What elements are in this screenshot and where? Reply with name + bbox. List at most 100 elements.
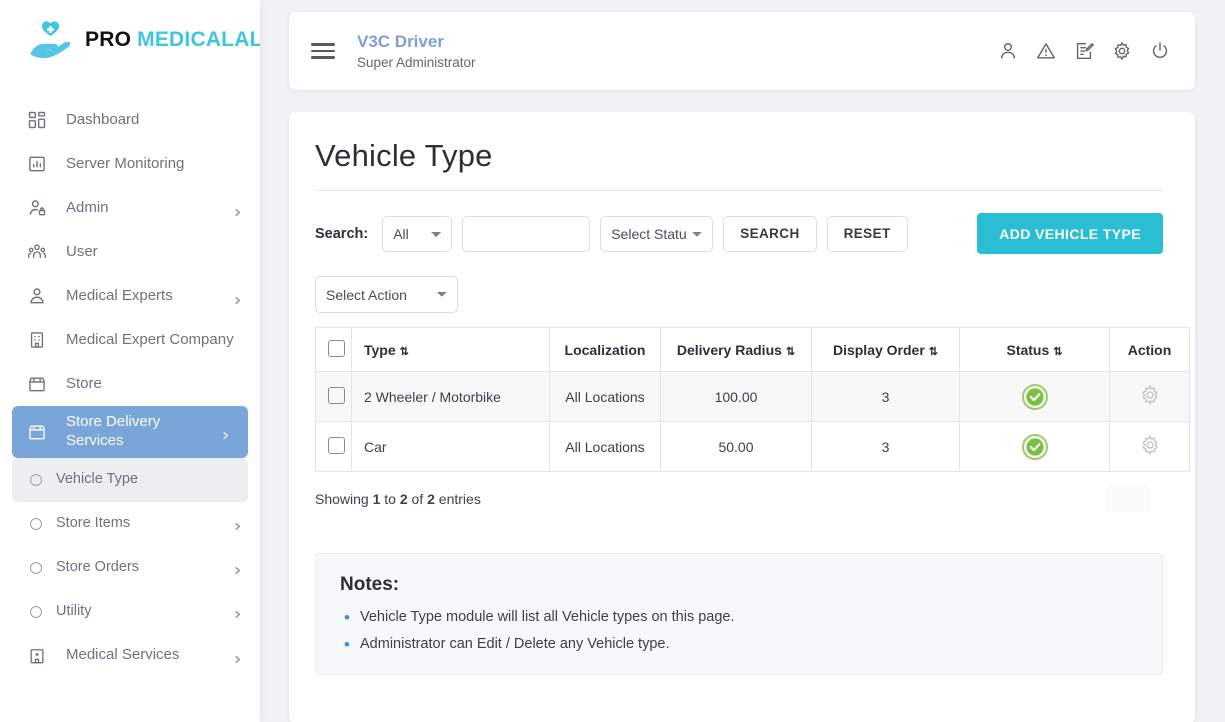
pagination-control[interactable]	[1107, 485, 1149, 511]
chevron-right-icon	[233, 204, 242, 216]
showing-total: 2	[427, 491, 435, 507]
cell-action	[1109, 421, 1190, 472]
brand-pro: PRO	[85, 28, 132, 51]
reset-button[interactable]: RESET	[826, 215, 908, 252]
search-scope-select[interactable]: All	[382, 215, 453, 252]
gear-icon[interactable]	[1138, 434, 1162, 460]
power-icon[interactable]	[1149, 40, 1171, 62]
user-tie-icon	[26, 285, 48, 307]
cell-status	[959, 371, 1110, 422]
cell-delivery-radius: 50.00	[660, 421, 812, 472]
sidebar-item-user[interactable]: User	[0, 230, 260, 274]
add-vehicle-type-button[interactable]: ADD VEHICLE TYPE	[977, 213, 1163, 254]
sidebar-item-label: Vehicle Type	[56, 471, 138, 488]
edit-document-icon[interactable]	[1073, 40, 1095, 62]
chevron-right-icon	[233, 563, 242, 575]
circle-bullet-icon	[30, 473, 42, 486]
brand-medicalall: MEDICALALL	[137, 28, 260, 51]
cell-delivery-radius: 100.00	[660, 371, 812, 422]
sidebar-item-label: User	[66, 242, 98, 260]
store-icon	[26, 421, 48, 443]
sidebar-item-medical-services[interactable]: Medical Services	[0, 634, 260, 678]
select-all-checkbox[interactable]	[328, 339, 345, 357]
user-role: Super Administrator	[357, 54, 476, 70]
notes-list: Vehicle Type module will list all Vehicl…	[340, 608, 1138, 655]
row-checkbox[interactable]	[328, 386, 345, 404]
search-label: Search:	[315, 225, 369, 242]
gear-icon[interactable]	[1138, 384, 1162, 410]
circle-bullet-icon	[30, 605, 42, 618]
profile-icon[interactable]	[997, 40, 1019, 62]
topbar-titles: V3C Driver Super Administrator	[357, 32, 997, 69]
notes-title: Notes:	[340, 574, 400, 595]
table-row: Car All Locations 50.00 3	[315, 421, 1190, 472]
cell-display-order: 3	[811, 371, 960, 422]
main-content: V3C Driver Super Administrator Vehicle T…	[260, 0, 1225, 722]
sidebar-item-admin[interactable]: Admin	[0, 186, 260, 230]
sidebar: PRO MEDICALALL Dashboard Server Monitori…	[0, 0, 260, 722]
sidebar-item-store-items[interactable]: Store Items	[0, 502, 260, 546]
dashboard-grid-icon	[26, 109, 48, 131]
table-header: Type ⇅ Localization Delivery Radius ⇅ Disp…	[315, 327, 1190, 372]
note-item: Administrator can Edit / Delete any Vehi…	[340, 635, 1138, 655]
column-header-delivery-radius[interactable]: Delivery Radius ⇅	[660, 327, 812, 372]
sort-icon[interactable]: ⇅	[400, 346, 409, 358]
sidebar-item-label: Store	[66, 374, 102, 392]
column-header-type[interactable]: Type ⇅	[351, 327, 550, 372]
sidebar-item-medical-experts[interactable]: Medical Experts	[0, 274, 260, 318]
sidebar-item-store[interactable]: Store	[0, 362, 260, 406]
sidebar-item-label: Medical Services	[66, 646, 180, 664]
column-header-action: Action	[1109, 327, 1190, 372]
green-check-circle-icon[interactable]	[1021, 383, 1048, 410]
column-label-status: Status	[1006, 341, 1050, 358]
vehicle-type-card: Vehicle Type Search: All Select Status S…	[289, 112, 1195, 722]
cell-localization: All Locations	[549, 371, 661, 422]
green-check-circle-icon[interactable]	[1021, 433, 1048, 460]
showing-to: 2	[399, 491, 408, 507]
sidebar-item-dashboard[interactable]: Dashboard	[0, 98, 260, 142]
column-label-type: Type	[364, 341, 396, 358]
showing-entries: Showing 1 to 2 of 2 entries	[315, 491, 1163, 507]
status-filter-select[interactable]: Select Status	[600, 215, 714, 252]
hand-holding-heart-icon	[28, 20, 76, 60]
users-group-icon	[26, 241, 48, 263]
settings-gear-icon[interactable]	[1111, 40, 1133, 62]
chart-bar-icon	[26, 153, 48, 175]
sort-icon[interactable]: ⇅	[786, 346, 795, 358]
page-title: Vehicle Type	[315, 138, 493, 173]
bulk-action-select[interactable]: Select Action	[315, 276, 458, 313]
building-icon	[26, 329, 48, 351]
showing-suffix: entries	[434, 491, 481, 507]
row-select-cell	[315, 421, 352, 472]
column-label-delivery-radius: Delivery Radius	[676, 341, 782, 358]
cell-localization: All Locations	[549, 421, 661, 472]
notes-panel: Notes: Vehicle Type module will list all…	[315, 553, 1163, 675]
sort-icon[interactable]: ⇅	[929, 346, 938, 358]
sidebar-item-utility[interactable]: Utility	[0, 590, 260, 634]
row-checkbox[interactable]	[328, 436, 345, 454]
cell-type: 2 Wheeler / Motorbike	[351, 371, 550, 422]
column-label-display-order: Display Order	[832, 341, 925, 358]
chevron-right-icon	[233, 651, 242, 664]
sidebar-item-server-monitoring[interactable]: Server Monitoring	[0, 142, 260, 186]
column-header-status[interactable]: Status ⇅	[959, 327, 1110, 372]
sidebar-item-label: Dashboard	[66, 110, 140, 128]
column-header-localization: Localization	[549, 327, 661, 372]
search-button[interactable]: SEARCH	[723, 215, 817, 252]
sidebar-item-store-delivery-services[interactable]: Store Delivery Services	[12, 406, 248, 458]
sidebar-item-medical-expert-company[interactable]: Medical Expert Company	[0, 318, 260, 362]
sidebar-item-label: Store Orders	[56, 559, 139, 576]
sidebar-item-store-orders[interactable]: Store Orders	[0, 546, 260, 590]
sort-icon[interactable]: ⇅	[1053, 346, 1062, 358]
alert-triangle-icon[interactable]	[1035, 40, 1057, 62]
hamburger-menu-icon[interactable]	[311, 39, 335, 63]
search-input[interactable]	[462, 215, 591, 252]
cell-display-order: 3	[811, 421, 960, 472]
sidebar-item-vehicle-type[interactable]: Vehicle Type	[12, 457, 248, 502]
brand-logo[interactable]: PRO MEDICALALL	[0, 0, 260, 80]
store-icon	[26, 373, 48, 395]
table-header-row: Type ⇅ Localization Delivery Radius ⇅ Disp…	[315, 327, 1190, 372]
column-header-display-order[interactable]: Display Order ⇅	[811, 327, 960, 372]
vehicle-type-table: Type ⇅ Localization Delivery Radius ⇅ Disp…	[315, 327, 1190, 472]
hospital-icon	[26, 645, 48, 667]
